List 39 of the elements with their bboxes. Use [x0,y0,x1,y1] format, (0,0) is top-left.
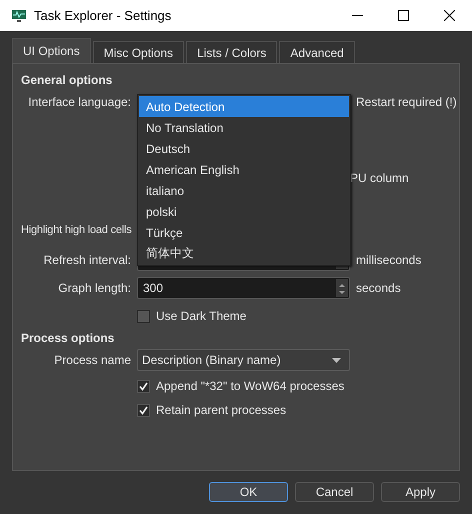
tab[interactable]: Lists / Colors [186,41,278,63]
section-heading: General options [21,72,114,89]
language-option[interactable]: No Translation [139,117,349,138]
checkbox-label: PU column [350,171,409,185]
language-option[interactable]: Deutsch [139,138,349,159]
section-heading: Process options [21,330,116,347]
checkbox[interactable] [137,404,150,416]
dialog-button[interactable]: OK [209,482,288,502]
checkbox[interactable] [137,380,150,392]
close-icon [444,10,454,21]
process-name-dropdown[interactable]: Description (Binary name) [137,349,350,371]
checkbox[interactable] [137,310,150,322]
tab[interactable]: Advanced [279,41,355,63]
checkbox-label: Append "*32" to WoW64 processes [156,379,344,393]
dialog-button[interactable]: Cancel [295,482,374,502]
field-label: Graph length: [57,281,131,295]
language-option[interactable]: italiano [139,180,349,201]
unit-label: seconds [356,281,401,295]
monitor-icon [12,10,26,22]
checkbox-label: Use Dark Theme [156,309,246,323]
maximize-icon [398,10,408,21]
field-label: Highlight high load cells [21,224,132,236]
number-field[interactable]: 300 [137,277,350,299]
unit-label: milliseconds [356,253,422,267]
language-option[interactable]: Türkçe [139,222,349,243]
language-option[interactable]: polski [139,201,349,222]
restart-note: Restart required (!) [356,95,457,109]
field-label: Interface language: [27,95,131,109]
checkbox-label: Retain parent processes [156,403,286,417]
dialog-button[interactable]: Apply [381,482,460,502]
field-label: Process name [53,353,131,367]
language-option[interactable]: Auto Detection [139,96,349,117]
tab[interactable]: Misc Options [92,41,184,63]
language-option[interactable]: 简体中文 [139,243,349,264]
window-title: Task Explorer - Settings [34,8,172,23]
language-option[interactable]: American English [139,159,349,180]
caret-icon [332,358,341,362]
tab[interactable]: UI Options [12,38,91,63]
field-label: Refresh interval: [42,253,131,267]
